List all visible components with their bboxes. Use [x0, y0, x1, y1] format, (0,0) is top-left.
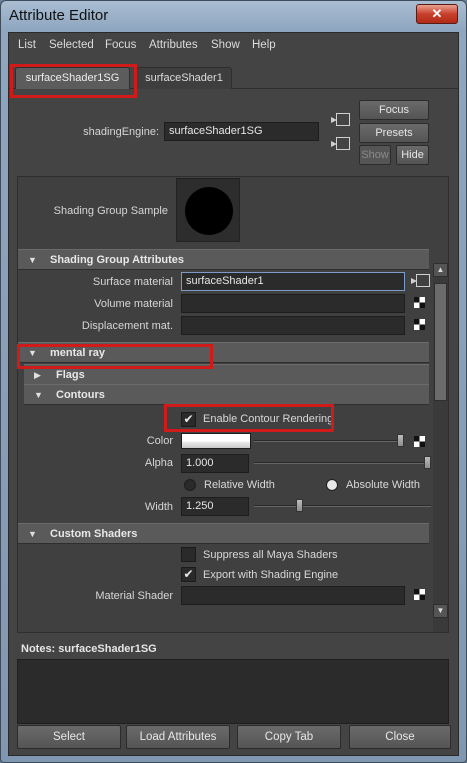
export-shading-engine-label: Export with Shading Engine [203, 569, 339, 581]
hide-button[interactable]: Hide [396, 145, 429, 165]
displacement-label: Displacement mat. [81, 320, 173, 332]
scroll-thumb[interactable] [434, 283, 447, 401]
suppress-shaders-label: Suppress all Maya Shaders [203, 549, 338, 561]
menu-help[interactable]: Help [252, 39, 276, 51]
section-title: Shading Group Attributes [50, 254, 185, 266]
tab-surfaceshader1[interactable]: surfaceShader1 [136, 67, 232, 89]
tab-surfaceshader1sg[interactable]: surfaceShader1SG [15, 67, 130, 89]
node-tabs: surfaceShader1SG surfaceShader1 [9, 63, 458, 91]
surface-material-connection-icon[interactable] [411, 274, 430, 287]
material-shader-label: Material Shader [95, 590, 173, 602]
section-custom-shaders[interactable]: ▼ Custom Shaders [18, 523, 429, 544]
expand-arrow-icon: ▼ [34, 390, 43, 400]
copy-tab-button[interactable]: Copy Tab [237, 725, 341, 749]
scroll-down-icon[interactable]: ▼ [433, 604, 448, 618]
absolute-width-radio[interactable] [326, 479, 338, 491]
menu-show[interactable]: Show [211, 39, 240, 51]
volume-material-label: Volume material [94, 298, 173, 310]
surface-material-label: Surface material [92, 276, 173, 288]
relative-width-label: Relative Width [204, 479, 275, 491]
panel-scrollbar[interactable]: ▲ ▼ [433, 263, 448, 632]
section-title: Flags [56, 369, 85, 381]
sample-label: Shading Group Sample [53, 205, 168, 217]
shading-engine-field[interactable]: surfaceShader1SG [164, 122, 319, 141]
color-slider-handle[interactable] [397, 434, 404, 447]
expand-arrow-icon: ▼ [28, 529, 37, 539]
surface-material-field[interactable]: surfaceShader1 [181, 272, 405, 291]
contour-color-label: Color [146, 435, 173, 447]
export-shading-engine-checkbox[interactable]: ✔ [181, 567, 196, 582]
notes-textarea[interactable] [17, 659, 449, 724]
menu-attributes[interactable]: Attributes [149, 39, 198, 51]
material-shader-map-icon[interactable] [414, 589, 425, 600]
show-button[interactable]: Show [359, 145, 391, 165]
notes-label: Notes: surfaceShader1SG [21, 643, 157, 655]
window-close-button[interactable]: ✕ [416, 4, 458, 24]
editor-client-area: List Selected Focus Attributes Show Help… [8, 32, 459, 756]
section-flags[interactable]: ▶ Flags [24, 364, 429, 385]
section-title: Custom Shaders [50, 528, 138, 540]
output-connection-icon[interactable] [331, 137, 350, 150]
suppress-shaders-checkbox[interactable] [181, 547, 196, 562]
section-contours[interactable]: ▼ Contours [24, 384, 429, 405]
expand-arrow-icon: ▼ [28, 255, 37, 265]
width-slider-handle[interactable] [296, 499, 303, 512]
expand-arrow-icon: ▼ [28, 348, 37, 358]
contour-color-swatch[interactable] [181, 433, 251, 449]
section-title: mental ray [50, 347, 106, 359]
attribute-editor-window: Attribute Editor ✕ List Selected Focus A… [0, 0, 467, 763]
select-button[interactable]: Select [17, 725, 121, 749]
alpha-slider-track[interactable] [254, 462, 431, 464]
input-connection-icon[interactable] [331, 113, 350, 126]
menu-selected[interactable]: Selected [49, 39, 94, 51]
shading-group-swatch [176, 178, 240, 242]
alpha-slider-handle[interactable] [424, 456, 431, 469]
title-bar[interactable]: Attribute Editor ✕ [1, 1, 466, 31]
shading-engine-label: shadingEngine: [83, 126, 159, 138]
absolute-width-label: Absolute Width [346, 479, 420, 491]
color-map-icon[interactable] [414, 436, 425, 447]
collapsed-arrow-icon: ▶ [34, 370, 41, 380]
volume-material-field[interactable] [181, 294, 405, 313]
close-button[interactable]: Close [349, 725, 451, 749]
width-slider-track[interactable] [254, 505, 431, 507]
menu-list[interactable]: List [18, 39, 36, 51]
alpha-label: Alpha [144, 457, 173, 469]
load-attributes-button[interactable]: Load Attributes [126, 725, 230, 749]
presets-button[interactable]: Presets [359, 123, 429, 143]
attributes-panel: Shading Group Sample ▼ Shading Group Att… [17, 176, 449, 633]
scroll-up-icon[interactable]: ▲ [433, 263, 448, 277]
width-field[interactable]: 1.250 [181, 497, 249, 516]
section-title: Contours [56, 389, 105, 401]
section-mental-ray[interactable]: ▼ mental ray [18, 342, 429, 363]
relative-width-radio[interactable] [184, 479, 196, 491]
window-title: Attribute Editor [9, 7, 109, 24]
alpha-field[interactable]: 1.000 [181, 454, 249, 473]
swatch-sphere [185, 187, 233, 235]
menu-focus[interactable]: Focus [105, 39, 136, 51]
color-slider-track[interactable] [254, 440, 404, 442]
material-shader-field[interactable] [181, 586, 405, 605]
displacement-map-icon[interactable] [414, 319, 425, 330]
section-shading-group-attributes[interactable]: ▼ Shading Group Attributes [18, 249, 429, 270]
focus-button[interactable]: Focus [359, 100, 429, 120]
width-label: Width [144, 501, 173, 513]
notes-bar: Notes: surfaceShader1SG [17, 640, 449, 658]
volume-map-icon[interactable] [414, 297, 425, 308]
displacement-field[interactable] [181, 316, 405, 335]
menu-bar: List Selected Focus Attributes Show Help [9, 33, 458, 59]
enable-contour-label: Enable Contour Rendering [203, 413, 334, 425]
enable-contour-checkbox[interactable]: ✔ [181, 412, 196, 427]
